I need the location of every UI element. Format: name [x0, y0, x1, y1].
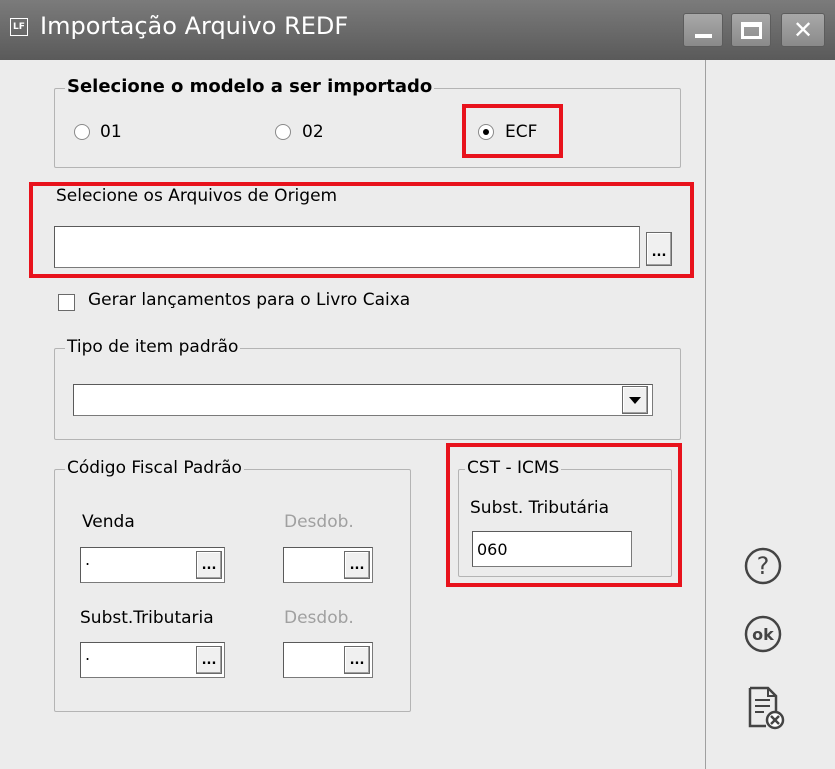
- venda-label: Venda: [82, 512, 135, 532]
- side-panel: [705, 60, 835, 769]
- subst-tributaria-browse-button[interactable]: ...: [196, 646, 222, 674]
- model-legend: Selecione o modelo a ser importado: [65, 76, 435, 97]
- cancel-button[interactable]: [746, 686, 786, 730]
- app-logo-icon: LF: [10, 18, 28, 36]
- close-button[interactable]: ✕: [781, 13, 825, 47]
- item-type-dropdown-button[interactable]: [622, 386, 648, 414]
- subst-desdob-browse-button[interactable]: ...: [344, 646, 370, 674]
- item-type-legend: Tipo de item padrão: [65, 337, 241, 357]
- svg-text:ok: ok: [752, 625, 774, 644]
- venda-desdob-label: Desdob.: [284, 512, 354, 532]
- radio-model-01[interactable]: [74, 124, 90, 140]
- document-cancel-icon: [748, 686, 785, 730]
- help-icon: ?: [744, 547, 782, 585]
- ok-icon: ok: [744, 615, 782, 653]
- chevron-down-icon: [629, 396, 641, 404]
- minimize-button[interactable]: [683, 13, 723, 47]
- ok-button[interactable]: ok: [743, 614, 783, 654]
- venda-desdob-browse-button[interactable]: ...: [344, 551, 370, 579]
- highlight-source-files: [29, 182, 694, 278]
- close-icon: ✕: [792, 16, 814, 44]
- highlight-cst-icms: [446, 443, 682, 587]
- maximize-icon: [741, 22, 762, 39]
- import-window: LF Importação Arquivo REDF ✕ Selecione o…: [0, 0, 835, 769]
- subst-desdob-label: Desdob.: [284, 608, 354, 628]
- venda-browse-button[interactable]: ...: [196, 551, 222, 579]
- svg-text:?: ?: [757, 552, 770, 580]
- minimize-icon: [695, 34, 712, 38]
- livro-caixa-checkbox[interactable]: [58, 294, 75, 311]
- livro-caixa-label[interactable]: Gerar lançamentos para o Livro Caixa: [88, 290, 410, 310]
- title-bar[interactable]: LF Importação Arquivo REDF ✕: [0, 0, 835, 60]
- subst-tributaria-label: Subst.Tributaria: [80, 608, 214, 628]
- item-type-select[interactable]: [73, 384, 653, 416]
- radio-model-01-label[interactable]: 01: [100, 122, 122, 142]
- radio-model-02-label[interactable]: 02: [302, 122, 324, 142]
- model-groupbox: Selecione o modelo a ser importado: [54, 76, 681, 168]
- radio-model-02[interactable]: [275, 124, 291, 140]
- window-title: Importação Arquivo REDF: [40, 12, 349, 40]
- highlight-ecf: [462, 104, 563, 158]
- maximize-button[interactable]: [731, 13, 771, 47]
- fiscal-code-legend: Código Fiscal Padrão: [65, 458, 244, 478]
- help-button[interactable]: ?: [743, 546, 783, 586]
